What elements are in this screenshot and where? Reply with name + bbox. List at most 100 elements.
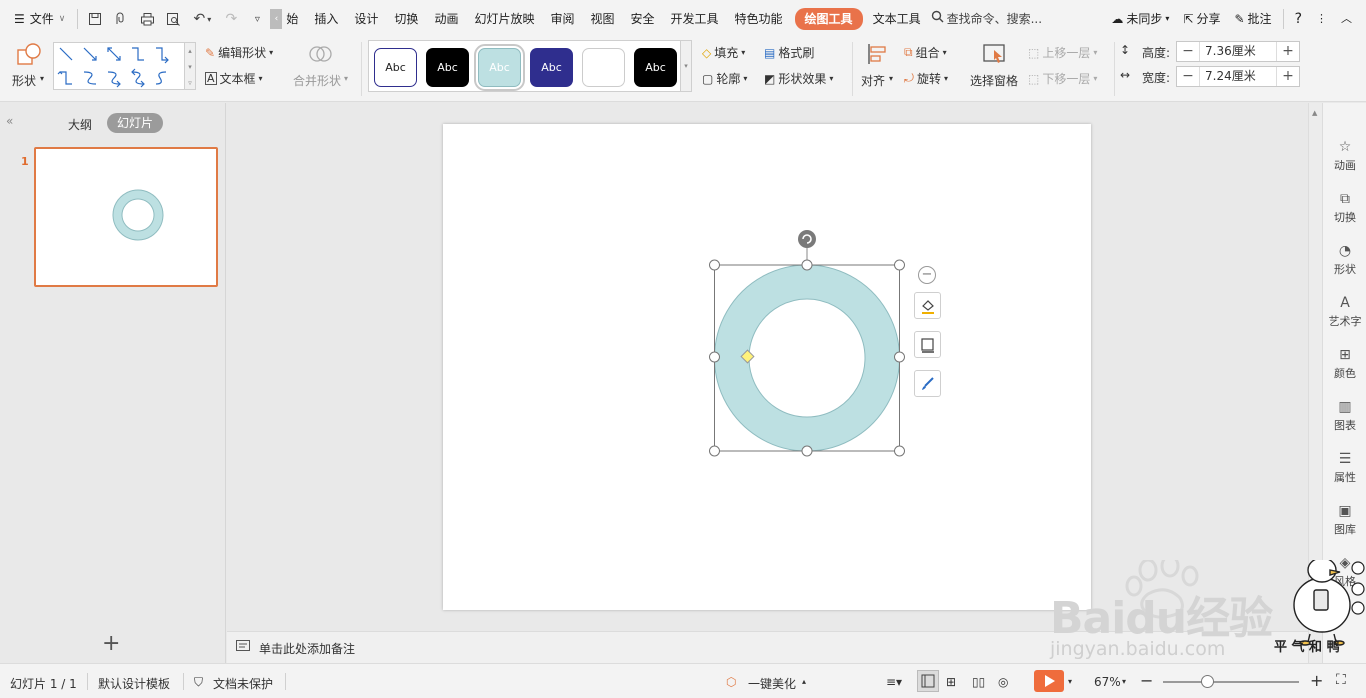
save-icon[interactable]: [82, 0, 108, 38]
collapse-ribbon-icon[interactable]: ︿: [1334, 0, 1366, 38]
add-slide-button[interactable]: +: [102, 631, 120, 656]
sidebar-label: 图库: [1334, 523, 1356, 536]
width-increase-button[interactable]: +: [1277, 67, 1299, 86]
scroll-up-icon[interactable]: ▲: [1312, 109, 1317, 117]
slide-sorter-view-icon[interactable]: ⊞: [946, 675, 956, 689]
document-protection-status[interactable]: 文档未保护: [213, 675, 273, 692]
reading-view-icon[interactable]: ▯▯: [972, 675, 985, 689]
customize-toolbar-icon[interactable]: ▿: [244, 0, 270, 38]
outline-button[interactable]: ▢ 轮廓 ▾: [702, 70, 747, 87]
width-value[interactable]: 7.24厘米: [1199, 67, 1277, 86]
height-value[interactable]: 7.36厘米: [1199, 42, 1277, 61]
design-template-button[interactable]: 默认设计模板: [98, 675, 170, 692]
tab-animation[interactable]: 动画: [426, 0, 466, 38]
tab-outline[interactable]: 大纲: [68, 116, 92, 133]
sidebar-item-color[interactable]: ⊞ 颜色: [1323, 347, 1366, 381]
rotate-button[interactable]: ⤾ 旋转 ▾: [904, 70, 948, 87]
notes-view-icon[interactable]: ≡▾: [886, 675, 902, 689]
tab-review[interactable]: 审阅: [542, 0, 582, 38]
zoom-out-button[interactable]: −: [1140, 671, 1153, 690]
redo-icon[interactable]: ↷: [218, 0, 244, 38]
style-preset-black-2[interactable]: Abc: [634, 48, 677, 87]
quick-fill-button[interactable]: [914, 292, 941, 319]
bring-forward-button[interactable]: ⬚ 上移一层 ▾: [1028, 44, 1097, 61]
chevron-down-icon[interactable]: ▾: [1068, 677, 1072, 686]
style-preset-outline-navy[interactable]: Abc: [374, 48, 417, 87]
tab-text-tools[interactable]: 文本工具: [867, 0, 925, 38]
collapse-quick-tools-icon[interactable]: −: [918, 266, 936, 284]
tab-insert[interactable]: 插入: [306, 0, 346, 38]
height-increase-button[interactable]: +: [1277, 42, 1299, 61]
height-stepper[interactable]: − 7.36厘米 +: [1176, 41, 1300, 62]
sidebar-item-wordart[interactable]: A 艺术字: [1323, 295, 1366, 329]
one-click-beautify-button[interactable]: 一键美化: [748, 675, 796, 692]
vertical-scrollbar[interactable]: ▲: [1308, 103, 1322, 663]
command-search[interactable]: 查找命令、搜索...: [925, 0, 1048, 38]
edit-shape-button[interactable]: ✎ 编辑形状 ▾: [205, 44, 273, 61]
sidebar-item-animation[interactable]: ☆ 动画: [1323, 139, 1366, 173]
textbox-button[interactable]: A 文本框 ▾: [205, 70, 263, 87]
print-icon[interactable]: [134, 0, 160, 38]
selection-pane-button[interactable]: 选择窗格: [968, 38, 1022, 100]
comment-button[interactable]: ✎ 批注: [1227, 0, 1278, 38]
zoom-slider-track[interactable]: [1163, 681, 1299, 683]
zoom-slider-thumb[interactable]: [1201, 675, 1214, 688]
style-preset-light-cyan[interactable]: Abc: [474, 44, 525, 91]
send-backward-button[interactable]: ⬚ 下移一层 ▾: [1028, 70, 1097, 87]
insert-shape-button[interactable]: 形状 ▾: [10, 38, 50, 100]
tab-slides[interactable]: 幻灯片: [107, 113, 163, 133]
tab-developer[interactable]: 开发工具: [663, 0, 727, 38]
slide-thumbnail[interactable]: [34, 147, 218, 287]
height-decrease-button[interactable]: −: [1177, 42, 1199, 61]
tab-transition[interactable]: 切换: [386, 0, 426, 38]
sidebar-item-transition[interactable]: ⧉ 切换: [1323, 191, 1366, 225]
more-options-icon[interactable]: ⋮: [1309, 0, 1334, 38]
tab-scroll-left-icon[interactable]: ‹: [270, 9, 283, 29]
sidebar-item-shape[interactable]: ◔ 形状: [1323, 243, 1366, 277]
normal-view-button[interactable]: [917, 670, 939, 692]
tab-drawing-tools[interactable]: 绘图工具: [794, 8, 863, 30]
export-icon[interactable]: [108, 0, 134, 38]
gallery-scrollbar[interactable]: ▴ ▾ ▿: [185, 42, 196, 90]
chevron-down-icon[interactable]: ▾: [1122, 677, 1126, 686]
sidebar-item-properties[interactable]: ☰ 属性: [1323, 451, 1366, 485]
style-preset-navy[interactable]: Abc: [530, 48, 573, 87]
sidebar-item-chart[interactable]: ▥ 图表: [1323, 399, 1366, 433]
tab-security[interactable]: 安全: [623, 0, 663, 38]
style-preset-white[interactable]: [582, 48, 625, 87]
file-menu[interactable]: ☰ 文件 ∨: [0, 0, 73, 38]
width-decrease-button[interactable]: −: [1177, 67, 1199, 86]
quick-outline-button[interactable]: [914, 331, 941, 358]
merge-shape-button[interactable]: 合并形状 ▾: [292, 38, 354, 100]
share-button[interactable]: ⇱ 分享: [1176, 0, 1227, 38]
zoom-level[interactable]: 67%: [1094, 675, 1121, 689]
print-preview-icon[interactable]: [160, 0, 186, 38]
notes-bar[interactable]: 单击此处添加备注: [227, 631, 1308, 663]
sync-status[interactable]: ☁ 未同步 ▾: [1104, 0, 1176, 38]
fit-window-icon[interactable]: ⛶: [1336, 672, 1346, 688]
style-preset-black[interactable]: Abc: [426, 48, 469, 87]
format-painter-button[interactable]: ▤ 格式刷: [764, 44, 814, 61]
line-shape-gallery[interactable]: [53, 42, 185, 90]
tab-slideshow[interactable]: 幻灯片放映: [466, 0, 542, 38]
zoom-in-button[interactable]: +: [1310, 671, 1323, 690]
fill-button[interactable]: ◇ 填充 ▾: [702, 44, 745, 61]
play-slideshow-button[interactable]: [1034, 670, 1064, 692]
style-gallery-scrollbar[interactable]: ▾: [681, 40, 692, 92]
tab-features[interactable]: 特色功能: [727, 0, 791, 38]
help-icon[interactable]: ?: [1288, 0, 1309, 38]
group-button[interactable]: ⧉ 组合 ▾: [904, 44, 947, 61]
width-stepper[interactable]: − 7.24厘米 +: [1176, 66, 1300, 87]
thumbnail-donut-shape: [112, 189, 164, 241]
sidebar-item-style[interactable]: ◈ 风格: [1323, 555, 1366, 589]
undo-icon[interactable]: ↶ ▾: [186, 0, 218, 38]
tab-view[interactable]: 视图: [582, 0, 622, 38]
donut-shape[interactable]: [700, 226, 950, 466]
quick-style-button[interactable]: [914, 370, 941, 397]
tab-home[interactable]: 始: [284, 0, 306, 38]
sidebar-item-gallery[interactable]: ▣ 图库: [1323, 503, 1366, 537]
presenter-view-icon[interactable]: ◎: [998, 675, 1008, 689]
tab-design[interactable]: 设计: [346, 0, 386, 38]
align-button[interactable]: 对齐 ▾: [858, 38, 898, 100]
shape-effect-button[interactable]: ◩ 形状效果 ▾: [764, 70, 833, 87]
